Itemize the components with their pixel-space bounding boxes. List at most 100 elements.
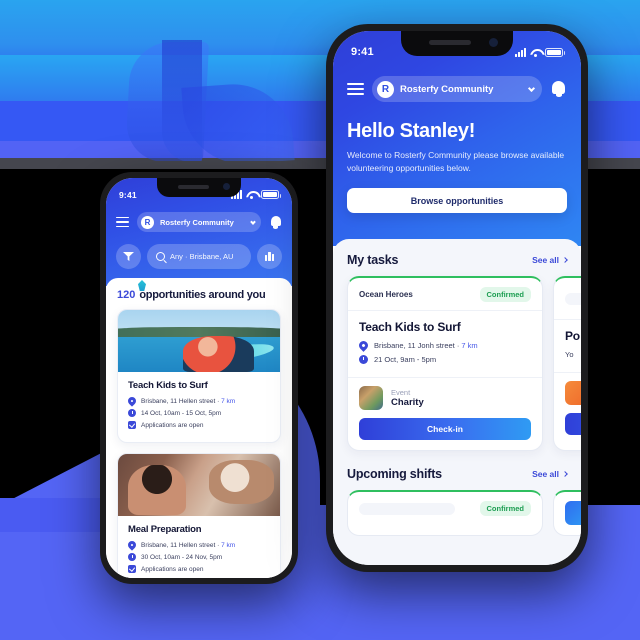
location-text: Brisbane, 11 Hellen street · <box>141 541 222 549</box>
chevron-down-icon <box>527 84 536 92</box>
results-count: 120 <box>117 289 136 301</box>
greeting-title: Hello Stanley! <box>347 120 476 142</box>
pin-icon <box>357 339 370 352</box>
task-event-row: Event Charity <box>359 386 531 410</box>
search-input[interactable]: Any · Brisbane, AU <box>147 244 251 269</box>
placeholder-bar <box>359 502 455 515</box>
org-selector[interactable]: R Rosterfy Community <box>372 76 542 102</box>
datetime-text: 14 Oct, 10am - 15 Oct, 5pm <box>141 409 222 417</box>
large-phone-body: My tasks See all Ocean Heroes Confirmed … <box>333 239 581 565</box>
small-phone-screen: 9:41 R Rosterfy Community Any · Brisbane… <box>106 178 292 578</box>
opportunity-card[interactable]: Meal Preparation Brisbane, 11 Hellen str… <box>117 453 281 578</box>
check-icon <box>128 565 136 573</box>
org-name-label: Rosterfy Community <box>400 83 494 95</box>
opportunity-location: Brisbane, 11 Hellen street · 7 km <box>126 539 270 551</box>
distance-text: 7 km <box>461 341 478 350</box>
check-in-button[interactable]: Check-in <box>359 418 531 440</box>
datetime-text: 30 Oct, 10am - 24 Nov, 5pm <box>141 553 223 561</box>
event-thumbnail <box>565 501 581 525</box>
location-text: Brisbane, 11 Jonh street · <box>374 341 462 350</box>
see-all-label: See all <box>532 255 559 265</box>
event-label: Event <box>391 388 411 397</box>
org-selector[interactable]: R Rosterfy Community <box>137 212 261 232</box>
opportunity-datetime: 14 Oct, 10am - 15 Oct, 5pm <box>128 409 270 417</box>
org-name-label: Rosterfy Community <box>160 217 234 227</box>
hamburger-icon[interactable] <box>116 216 129 228</box>
rosterfy-logo-icon: R <box>141 215 154 229</box>
shift-card-header: Confirmed <box>348 492 542 525</box>
opportunity-info: Meal Preparation Brisbane, 11 Hellen str… <box>118 516 280 578</box>
app-header: R Rosterfy Community <box>116 212 282 232</box>
clock-icon <box>359 355 368 364</box>
subtitle-text: Yo <box>565 350 574 359</box>
placeholder-bar <box>565 293 581 305</box>
opportunity-info: Teach Kids to Surf Brisbane, 11 Hellen s… <box>118 372 280 442</box>
shift-card-next[interactable] <box>553 490 581 536</box>
screenshot-stage: 9:41 R Rosterfy Community Any · Brisbane… <box>0 0 640 640</box>
task-card[interactable]: Ocean Heroes Confirmed Teach Kids to Sur… <box>347 276 543 451</box>
status-badge: Confirmed <box>479 501 531 516</box>
check-icon <box>128 421 136 429</box>
task-location: Brisbane, 11 Jonh street · 7 km <box>357 339 531 352</box>
chevron-down-icon <box>250 218 256 225</box>
map-toggle-button[interactable] <box>257 244 282 269</box>
browse-opportunities-button[interactable]: Browse opportunities <box>347 188 567 214</box>
hamburger-icon[interactable] <box>347 83 364 95</box>
notch <box>157 178 241 197</box>
my-tasks-header: My tasks See all <box>333 253 581 267</box>
clock-icon <box>128 553 136 561</box>
battery-icon <box>261 190 281 199</box>
status-time: 9:41 <box>119 189 137 200</box>
my-tasks-see-all[interactable]: See all <box>532 255 568 265</box>
distance-text: 7 km <box>221 397 236 405</box>
app-header: R Rosterfy Community <box>347 76 567 102</box>
my-tasks-rail[interactable]: Ocean Heroes Confirmed Teach Kids to Sur… <box>333 276 581 455</box>
location-text: Brisbane, 11 Hellen street · <box>141 397 222 405</box>
small-phone-results: 120 opportunities around you Teach Kids … <box>106 278 292 578</box>
opportunity-title: Meal Preparation <box>128 524 202 535</box>
task-card-header: Ocean Heroes Confirmed <box>348 278 542 311</box>
opportunity-applications: Applications are open <box>128 565 270 573</box>
bell-icon[interactable] <box>550 80 567 99</box>
search-row: Any · Brisbane, AU <box>116 244 282 269</box>
status-icons <box>515 47 565 57</box>
large-phone-hero: 9:41 R Rosterfy Community Hello Stanley!… <box>333 31 581 246</box>
upcoming-shifts-rail[interactable]: Confirmed <box>333 490 581 540</box>
opportunity-card[interactable]: Teach Kids to Surf Brisbane, 11 Hellen s… <box>117 309 281 443</box>
phone-mockup-search: 9:41 R Rosterfy Community Any · Brisbane… <box>100 172 298 584</box>
welcome-text: Welcome to Rosterfy Community please bro… <box>347 150 565 174</box>
phone-mockup-dashboard: 9:41 R Rosterfy Community Hello Stanley!… <box>326 24 588 572</box>
task-subtitle: Yo <box>565 350 581 359</box>
task-title: Po <box>565 329 580 343</box>
meal-prep-photo <box>118 454 280 516</box>
task-title: Teach Kids to Surf <box>359 320 461 334</box>
check-in-button[interactable] <box>565 413 581 435</box>
task-card-footer <box>554 373 581 445</box>
background-diagonal-accent <box>0 498 110 532</box>
bell-icon[interactable] <box>269 215 282 230</box>
pin-icon <box>126 395 138 407</box>
shift-card[interactable]: Confirmed <box>347 490 543 536</box>
status-badge: Confirmed <box>479 287 531 302</box>
task-card-next[interactable]: Po Yo <box>553 276 581 451</box>
event-value: Charity <box>391 397 424 408</box>
filter-button[interactable] <box>116 244 141 269</box>
datetime-text: 21 Oct, 9am - 5pm <box>374 355 437 364</box>
search-value: Any · Brisbane, AU <box>170 252 234 261</box>
chevron-right-icon <box>562 257 568 263</box>
signal-icon <box>515 47 526 57</box>
upcoming-shifts-see-all[interactable]: See all <box>532 469 568 479</box>
filter-icon <box>123 252 134 261</box>
large-phone-screen: 9:41 R Rosterfy Community Hello Stanley!… <box>333 31 581 565</box>
opportunity-location: Brisbane, 11 Hellen street · 7 km <box>126 395 270 407</box>
pin-icon <box>126 539 138 551</box>
upcoming-shifts-header: Upcoming shifts See all <box>333 467 581 481</box>
task-org-name: Ocean Heroes <box>359 290 413 299</box>
event-thumbnail <box>359 386 383 410</box>
shift-card-header <box>554 492 581 534</box>
chevron-right-icon <box>562 471 568 477</box>
task-card-details: Po Yo <box>554 320 581 373</box>
results-heading: 120 opportunities around you <box>106 278 292 309</box>
battery-icon <box>545 47 565 57</box>
task-card-details: Teach Kids to Surf Brisbane, 11 Jonh str… <box>348 311 542 378</box>
